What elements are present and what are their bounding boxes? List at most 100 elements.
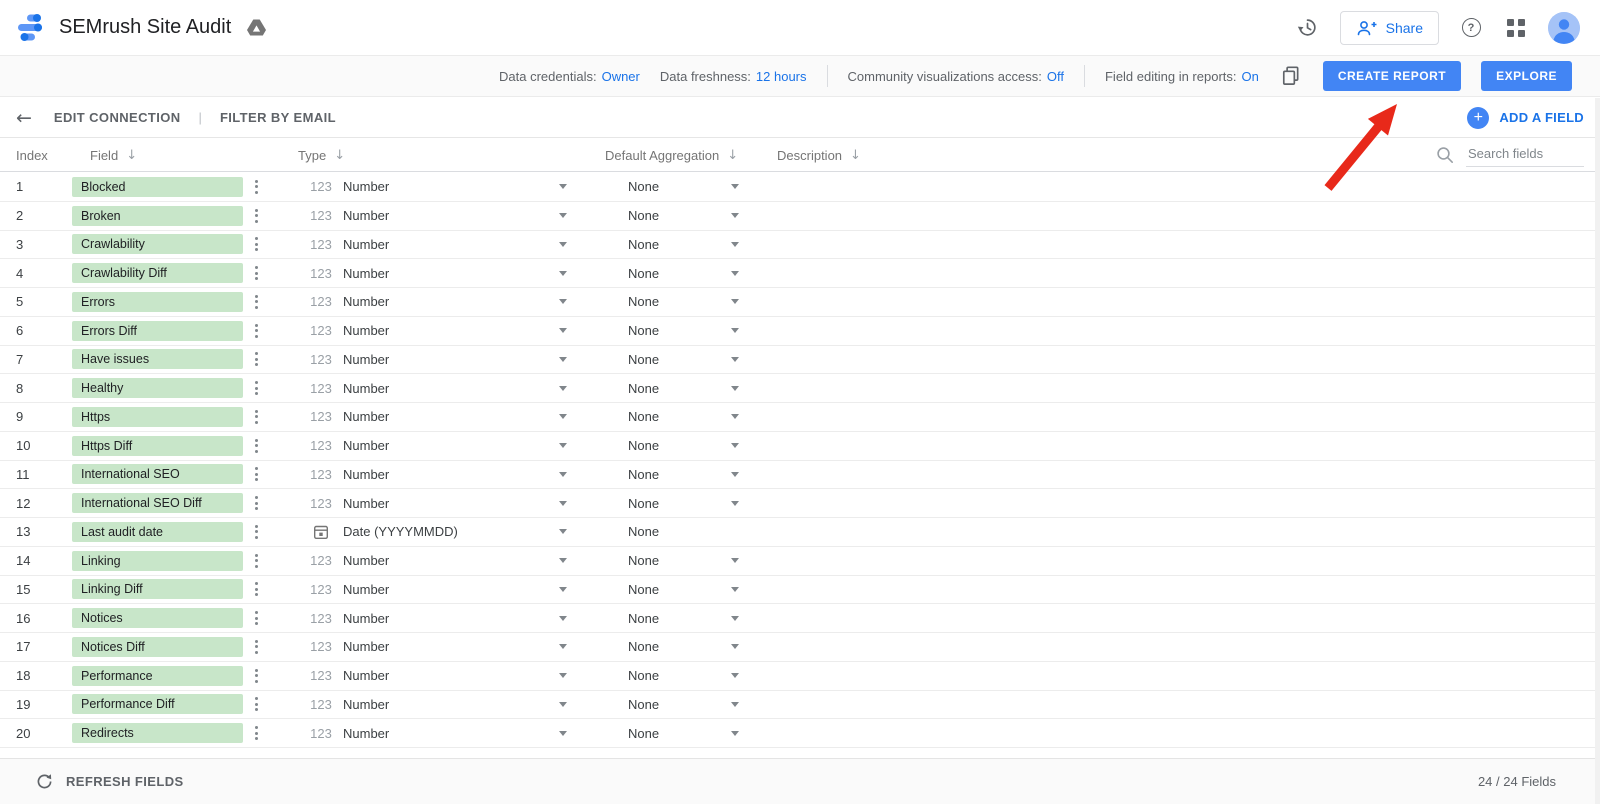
sort-descending-icon[interactable]: ↓ [334,148,345,163]
type-dropdown-arrow[interactable] [559,576,567,604]
field-options-menu-icon[interactable] [250,288,262,316]
version-history-icon[interactable] [1295,15,1321,41]
field-name-pill[interactable]: International SEO [72,464,243,484]
field-editing-value[interactable]: On [1242,69,1259,84]
field-name-pill[interactable]: Linking [72,551,243,571]
field-options-menu-icon[interactable] [250,346,262,374]
type-dropdown-arrow[interactable] [559,259,567,287]
field-name-pill[interactable]: Crawlability Diff [72,263,243,283]
type-dropdown-arrow[interactable] [559,202,567,230]
type-dropdown-arrow[interactable] [559,231,567,259]
filter-by-email-link[interactable]: FILTER BY EMAIL [220,110,336,125]
field-options-menu-icon[interactable] [250,374,262,402]
share-button[interactable]: Share [1340,11,1439,45]
aggregation-dropdown-arrow[interactable] [731,633,739,661]
aggregation-dropdown-arrow[interactable] [731,231,739,259]
type-dropdown-arrow[interactable] [559,317,567,345]
field-name-pill[interactable]: Crawlability [72,234,243,254]
help-icon[interactable]: ? [1458,15,1484,41]
type-dropdown-arrow[interactable] [559,403,567,431]
field-name-pill[interactable]: Notices [72,608,243,628]
type-dropdown-arrow[interactable] [559,461,567,489]
aggregation-dropdown-arrow[interactable] [731,317,739,345]
field-name-pill[interactable]: Https [72,407,243,427]
aggregation-dropdown-arrow[interactable] [731,288,739,316]
field-options-menu-icon[interactable] [250,604,262,632]
aggregation-dropdown-arrow[interactable] [731,374,739,402]
aggregation-dropdown-arrow[interactable] [731,489,739,517]
aggregation-dropdown-arrow[interactable] [731,719,739,747]
field-name-pill[interactable]: Errors Diff [72,321,243,341]
aggregation-dropdown-arrow[interactable] [731,576,739,604]
field-options-menu-icon[interactable] [250,173,262,201]
search-fields-input[interactable] [1466,143,1584,167]
field-name-pill[interactable]: Https Diff [72,436,243,456]
type-dropdown-arrow[interactable] [559,604,567,632]
field-name-pill[interactable]: International SEO Diff [72,493,243,513]
aggregation-dropdown-arrow[interactable] [731,691,739,719]
field-options-menu-icon[interactable] [250,231,262,259]
type-dropdown-arrow[interactable] [559,662,567,690]
sort-descending-icon[interactable]: ↓ [727,148,738,163]
field-name-pill[interactable]: Last audit date [72,522,243,542]
type-dropdown-arrow[interactable] [559,518,567,546]
field-options-menu-icon[interactable] [250,662,262,690]
field-name-pill[interactable]: Have issues [72,349,243,369]
type-dropdown-arrow[interactable] [559,633,567,661]
data-freshness-setting[interactable]: Data freshness: 12 hours [660,69,807,84]
type-dropdown-arrow[interactable] [559,547,567,575]
field-name-pill[interactable]: Notices Diff [72,637,243,657]
field-name-pill[interactable]: Redirects [72,723,243,743]
field-options-menu-icon[interactable] [250,202,262,230]
field-name-pill[interactable]: Healthy [72,378,243,398]
sort-descending-icon[interactable]: ↓ [850,148,861,163]
field-options-menu-icon[interactable] [250,633,262,661]
refresh-fields-button[interactable]: REFRESH FIELDS [36,773,184,790]
aggregation-dropdown-arrow[interactable] [731,461,739,489]
field-options-menu-icon[interactable] [250,403,262,431]
aggregation-dropdown-arrow[interactable] [731,604,739,632]
field-name-pill[interactable]: Blocked [72,177,243,197]
type-dropdown-arrow[interactable] [559,719,567,747]
field-options-menu-icon[interactable] [250,259,262,287]
add-a-field-button[interactable]: + ADD A FIELD [1467,107,1584,129]
sort-descending-icon[interactable]: ↓ [126,148,137,163]
back-arrow-icon[interactable]: ← [16,107,32,129]
community-visualizations-setting[interactable]: Community visualizations access: Off [848,69,1064,84]
aggregation-dropdown-arrow[interactable] [731,346,739,374]
type-dropdown-arrow[interactable] [559,173,567,201]
type-dropdown-arrow[interactable] [559,489,567,517]
data-credentials-setting[interactable]: Data credentials: Owner [499,69,640,84]
field-editing-setting[interactable]: Field editing in reports: On [1105,69,1259,84]
field-options-menu-icon[interactable] [250,576,262,604]
field-name-pill[interactable]: Errors [72,292,243,312]
community-visualizations-value[interactable]: Off [1047,69,1064,84]
field-options-menu-icon[interactable] [250,547,262,575]
field-name-pill[interactable]: Performance [72,666,243,686]
field-options-menu-icon[interactable] [250,518,262,546]
type-dropdown-arrow[interactable] [559,374,567,402]
field-name-pill[interactable]: Linking Diff [72,579,243,599]
field-options-menu-icon[interactable] [250,489,262,517]
explore-button[interactable]: EXPLORE [1481,61,1572,91]
type-dropdown-arrow[interactable] [559,432,567,460]
field-options-menu-icon[interactable] [250,691,262,719]
type-dropdown-arrow[interactable] [559,288,567,316]
type-dropdown-arrow[interactable] [559,346,567,374]
field-options-menu-icon[interactable] [250,432,262,460]
aggregation-dropdown-arrow[interactable] [731,432,739,460]
apps-grid-icon[interactable] [1503,15,1529,41]
field-options-menu-icon[interactable] [250,317,262,345]
aggregation-dropdown-arrow[interactable] [731,547,739,575]
aggregation-dropdown-arrow[interactable] [731,259,739,287]
aggregation-dropdown-arrow[interactable] [731,202,739,230]
field-options-menu-icon[interactable] [250,461,262,489]
field-options-menu-icon[interactable] [250,719,262,747]
edit-connection-link[interactable]: EDIT CONNECTION [54,110,181,125]
aggregation-dropdown-arrow[interactable] [731,662,739,690]
avatar[interactable] [1548,12,1580,44]
create-report-button[interactable]: CREATE REPORT [1323,61,1461,91]
duplicate-icon[interactable] [1281,66,1301,86]
aggregation-dropdown-arrow[interactable] [731,173,739,201]
type-dropdown-arrow[interactable] [559,691,567,719]
